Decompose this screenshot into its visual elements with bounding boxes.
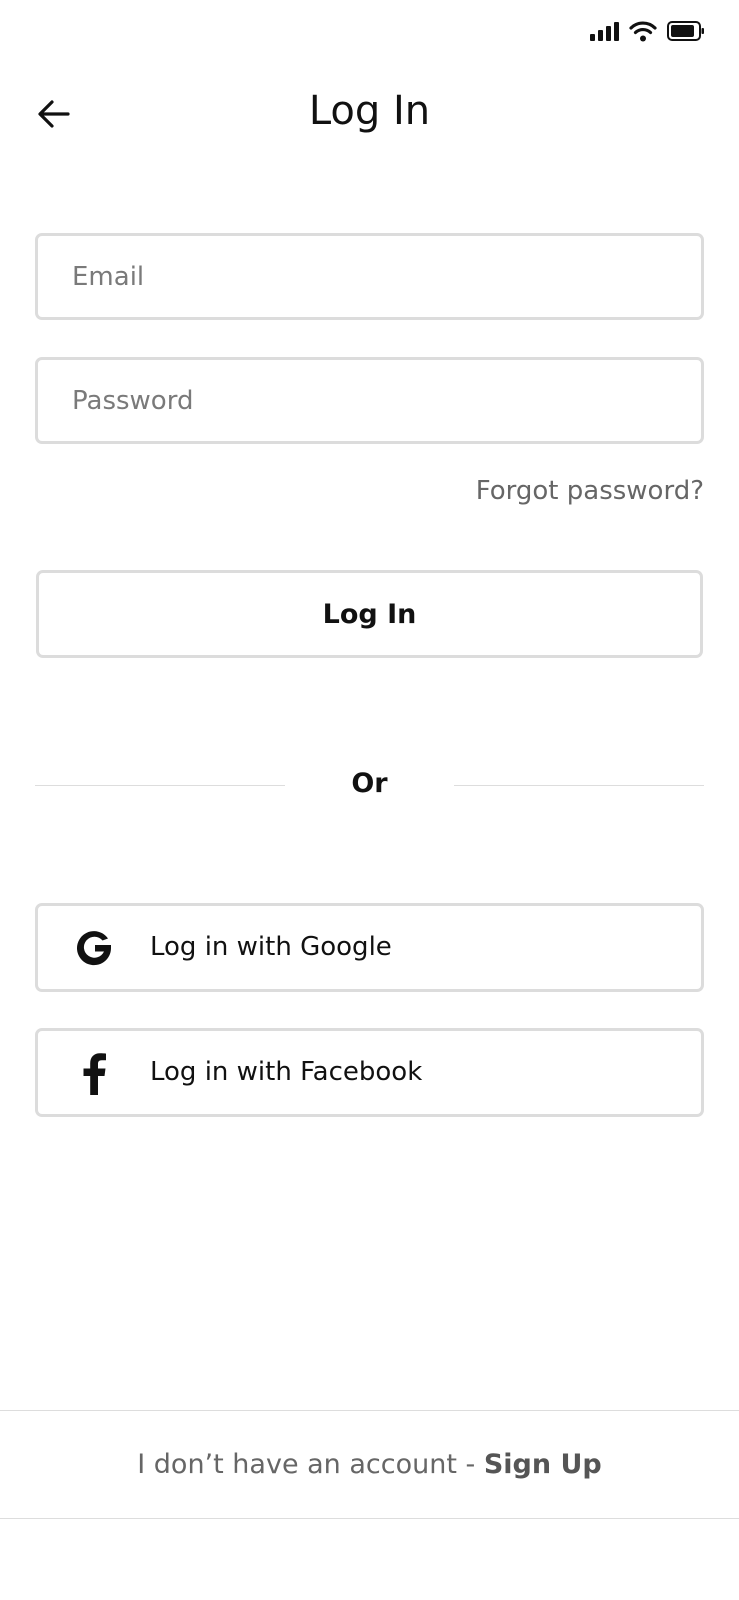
facebook-icon [72,1051,116,1095]
email-input[interactable] [38,236,701,317]
google-login-label: Log in with Google [150,932,392,962]
cellular-signal-icon [590,21,619,41]
battery-icon [667,21,704,41]
header: Log In [0,66,739,162]
facebook-login-button[interactable]: Log in with Facebook [35,1028,704,1117]
page-title: Log In [308,88,431,134]
signup-prompt-text: I don’t have an account - [137,1449,484,1480]
facebook-login-label: Log in with Facebook [150,1057,423,1087]
status-bar [0,0,739,66]
email-field-container [35,233,704,320]
wifi-icon [629,21,657,42]
footer: I don’t have an account - Sign Up [0,1410,739,1519]
signup-link[interactable]: Sign Up [484,1449,602,1480]
password-input[interactable] [38,360,701,441]
status-icons [590,20,705,42]
google-login-button[interactable]: Log in with Google [35,903,704,992]
password-field-container [35,357,704,444]
login-button[interactable]: Log In [36,570,703,658]
or-divider: Or [35,766,704,804]
google-icon [72,926,116,970]
divider-line-right [454,785,704,786]
or-label: Or [351,768,388,799]
signup-prompt: I don’t have an account - Sign Up [0,1411,739,1518]
login-button-label: Log In [322,598,417,630]
forgot-password-link[interactable]: Forgot password? [476,476,704,506]
